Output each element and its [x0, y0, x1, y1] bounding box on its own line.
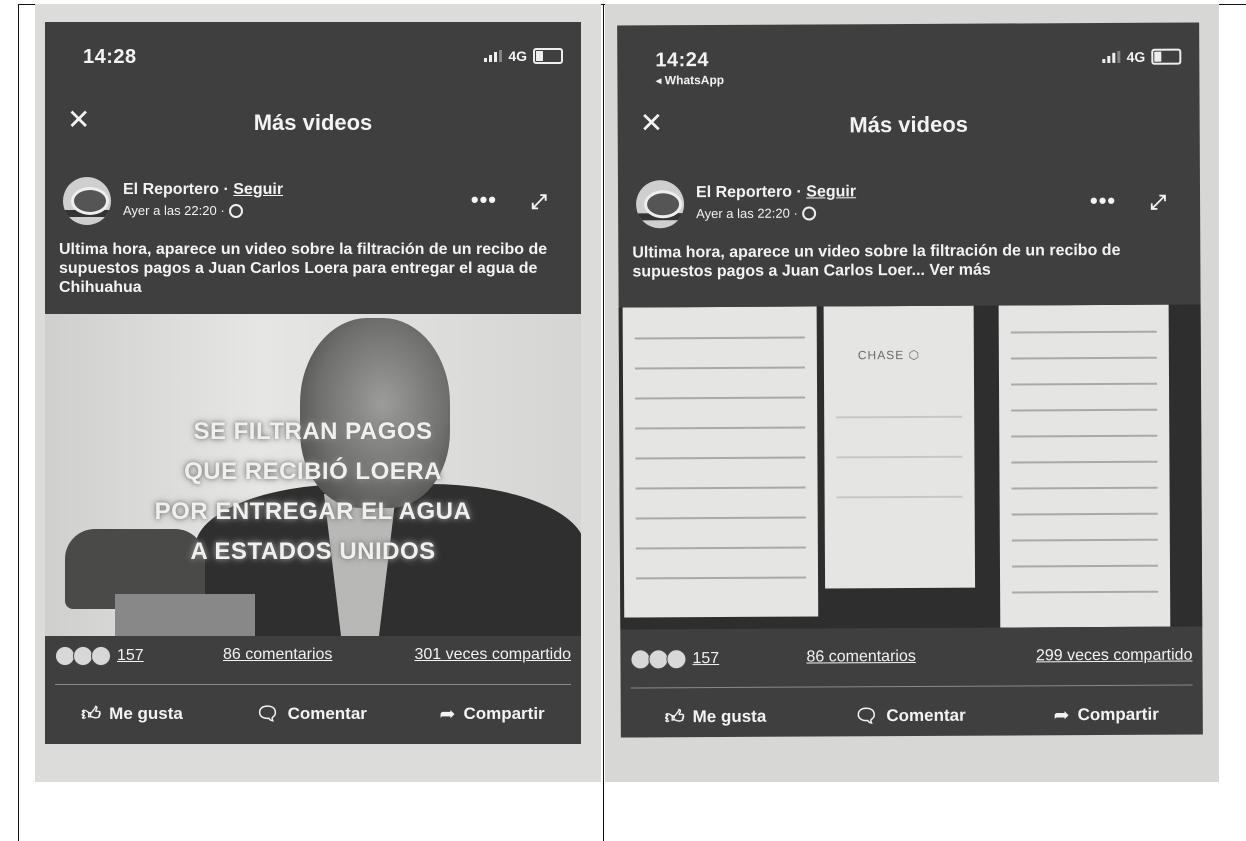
- left-screenshot-photo: 14:28 4G ✕ Más videos El Reportero · Seg…: [35, 4, 601, 782]
- network-label: 4G: [508, 48, 527, 64]
- reaction-emoji-icon: [73, 646, 93, 666]
- post-header: El Reportero · Seguir Ayer a las 22:20 ·…: [63, 177, 581, 233]
- receipt-bank-label: CHASE ⬡: [857, 347, 921, 363]
- post-timestamp: Ayer a las 22:20 ·: [696, 205, 798, 222]
- right-screenshot-photo: 14:24 ◂ WhatsApp 4G ✕ Más videos El Repo…: [605, 4, 1219, 782]
- nav-bar: ✕ Más videos: [618, 100, 1200, 147]
- reaction-count[interactable]: 157: [630, 649, 719, 670]
- reaction-emoji-icon: [666, 649, 687, 670]
- table-border-left: [18, 4, 19, 841]
- page-title: Más videos: [849, 111, 969, 138]
- share-icon: ➦: [1053, 704, 1070, 726]
- share-icon: ➦: [439, 703, 456, 725]
- receipt-image: [998, 304, 1171, 628]
- comment-icon: 🗨︎: [854, 706, 879, 728]
- comments-count[interactable]: 86 comentarios: [223, 646, 332, 664]
- signal-icon: [1102, 50, 1121, 63]
- status-time: 14:28: [83, 46, 137, 68]
- comments-count[interactable]: 86 comentarios: [806, 648, 915, 667]
- author-name[interactable]: El Reportero: [696, 184, 792, 202]
- author-name[interactable]: El Reportero: [123, 181, 219, 198]
- network-label: 4G: [1126, 48, 1146, 65]
- status-bar: 14:24 ◂ WhatsApp 4G: [617, 22, 1199, 87]
- share-button[interactable]: ➦ Compartir: [1054, 703, 1159, 727]
- follow-link[interactable]: Seguir: [806, 183, 856, 200]
- action-bar: 👍︎ Me gusta 🗨︎ Comentar ➦ Compartir: [45, 694, 581, 734]
- receipt-image: [622, 306, 819, 618]
- status-bar: 14:28 4G: [45, 22, 581, 82]
- author-line: El Reportero · Seguir: [696, 183, 856, 202]
- like-button[interactable]: 👍︎ Me gusta: [81, 703, 183, 726]
- expand-icon[interactable]: ⤢: [1150, 192, 1166, 215]
- post-caption: Ultima hora, aparece un video sobre la f…: [59, 241, 548, 296]
- globe-icon: [801, 205, 816, 221]
- video-thumbnail[interactable]: SE FILTRAN PAGOS QUE RECIBIÓ LOERA POR E…: [45, 314, 581, 636]
- more-icon[interactable]: •••: [1090, 188, 1116, 214]
- system-icons: 4G: [1102, 48, 1182, 65]
- globe-icon: [228, 203, 243, 218]
- comment-button[interactable]: 🗨︎ Comentar: [854, 704, 966, 729]
- more-icon[interactable]: •••: [471, 187, 497, 213]
- reaction-emoji-icon: [91, 646, 111, 666]
- like-icon: 👍︎: [81, 703, 102, 725]
- expand-icon[interactable]: ⤢: [531, 191, 547, 214]
- like-button[interactable]: 👍︎ Me gusta: [665, 705, 767, 729]
- post-timestamp: Ayer a las 22:20 ·: [123, 203, 225, 218]
- follow-link[interactable]: Seguir: [233, 181, 283, 198]
- reaction-count[interactable]: 157: [55, 646, 144, 666]
- back-to-whatsapp-link[interactable]: ◂ WhatsApp: [655, 73, 724, 87]
- post-meta: Ayer a las 22:20 ·: [123, 203, 243, 218]
- post-meta: Ayer a las 22:20 ·: [696, 205, 816, 221]
- shares-count[interactable]: 301 veces compartido: [414, 646, 571, 664]
- shares-count[interactable]: 299 veces compartido: [1036, 647, 1193, 666]
- avatar[interactable]: [63, 177, 111, 225]
- video-overlay-text: SE FILTRAN PAGOS QUE RECIBIÓ LOERA POR E…: [154, 418, 472, 565]
- share-button[interactable]: ➦ Compartir: [440, 703, 545, 726]
- post-header: El Reportero · Seguir Ayer a las 22:20 ·…: [635, 177, 1200, 236]
- like-icon: 👍︎: [664, 706, 685, 728]
- nav-bar: ✕ Más videos: [45, 100, 581, 144]
- battery-icon: [533, 48, 563, 64]
- post-stats: 157 86 comentarios 299 veces compartido: [630, 641, 1192, 678]
- post-stats: 157 86 comentarios 301 veces compartido: [55, 640, 571, 674]
- page-title: Más videos: [253, 110, 373, 135]
- action-bar: 👍︎ Me gusta 🗨︎ Comentar ➦ Compartir: [621, 694, 1203, 737]
- phone-screen: 14:28 4G ✕ Más videos El Reportero · Seg…: [45, 22, 581, 744]
- comment-button[interactable]: 🗨︎ Comentar: [255, 702, 366, 726]
- author-line: El Reportero · Seguir: [123, 181, 283, 199]
- separator: ·: [223, 181, 229, 198]
- video-thumbnail[interactable]: CHASE ⬡: [618, 304, 1203, 630]
- battery-icon: [1151, 48, 1182, 65]
- comment-icon: 🗨︎: [255, 704, 280, 725]
- post-caption[interactable]: Ultima hora, aparece un video sobre la f…: [632, 241, 1186, 282]
- avatar[interactable]: [635, 180, 685, 229]
- divider: [630, 684, 1193, 689]
- separator: ·: [796, 183, 802, 201]
- reaction-emoji-icon: [55, 646, 75, 666]
- divider: [55, 684, 571, 685]
- phone-screen: 14:24 ◂ WhatsApp 4G ✕ Más videos El Repo…: [617, 22, 1203, 738]
- receipt-image: CHASE ⬡: [823, 305, 976, 589]
- table-divider: [603, 4, 604, 841]
- system-icons: 4G: [484, 48, 563, 64]
- signal-icon: [484, 50, 503, 62]
- status-time: 14:24: [655, 49, 710, 72]
